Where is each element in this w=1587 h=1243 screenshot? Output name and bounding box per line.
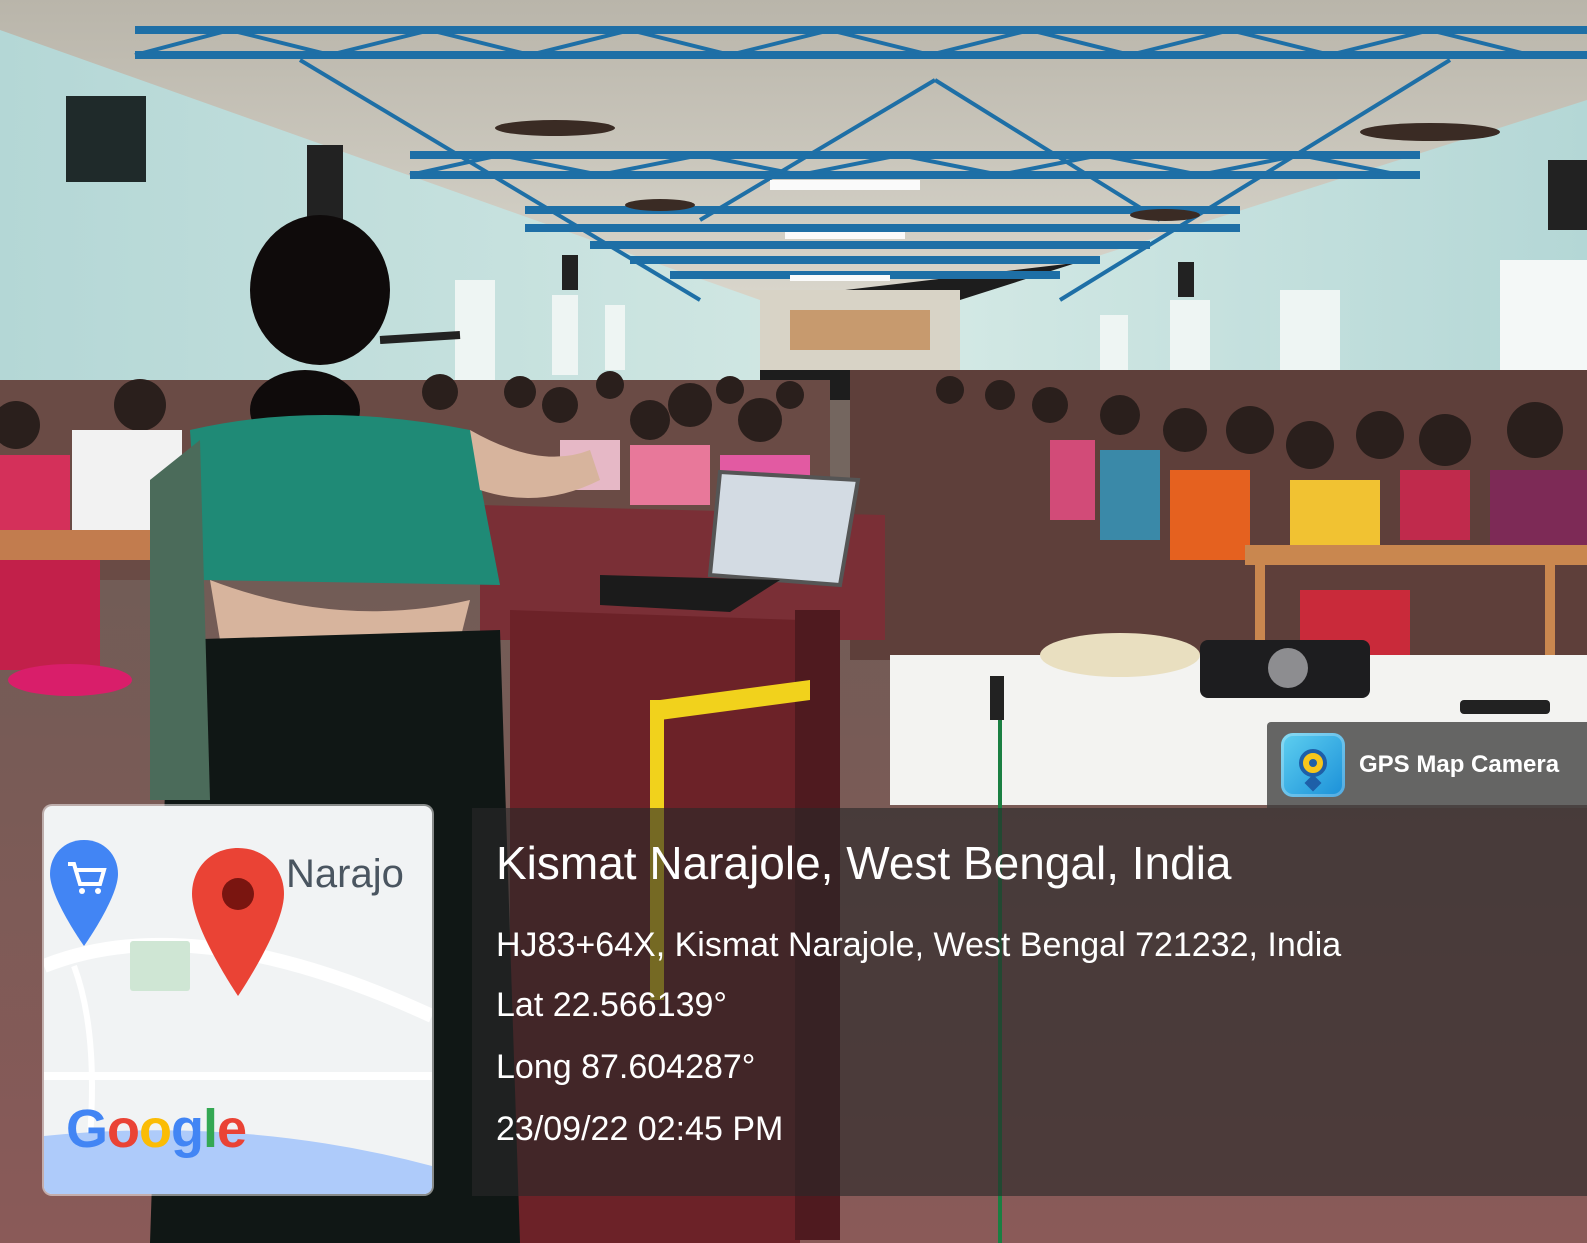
camera-lens-icon	[1281, 733, 1345, 797]
location-latitude: Lat 22.566139°	[496, 986, 728, 1024]
shopping-cart-icon	[50, 840, 118, 946]
gps-map-camera-badge: GPS Map Camera	[1267, 722, 1587, 808]
google-letter: e	[217, 1099, 247, 1159]
mini-map: Narajo Google	[44, 806, 432, 1194]
location-timestamp: 23/09/22 02:45 PM	[496, 1110, 784, 1148]
google-letter: g	[171, 1099, 204, 1159]
google-letter: o	[139, 1099, 172, 1159]
google-logo: Google	[66, 1098, 247, 1160]
map-place-label: Narajo	[286, 852, 404, 896]
location-longitude: Long 87.604287°	[496, 1048, 756, 1086]
location-info-panel: Kismat Narajole, West Bengal, India HJ83…	[472, 808, 1587, 1196]
gps-badge-label: GPS Map Camera	[1359, 751, 1560, 778]
location-title: Kismat Narajole, West Bengal, India	[496, 837, 1232, 889]
photo-frame: GPS Map Camera Kismat Narajole, West Ben…	[0, 0, 1587, 1243]
google-letter: G	[66, 1099, 108, 1159]
google-letter: o	[107, 1099, 140, 1159]
google-letter: l	[203, 1099, 218, 1159]
location-address: HJ83+64X, Kismat Narajole, West Bengal 7…	[496, 926, 1342, 964]
map-pin-icon	[192, 848, 284, 996]
